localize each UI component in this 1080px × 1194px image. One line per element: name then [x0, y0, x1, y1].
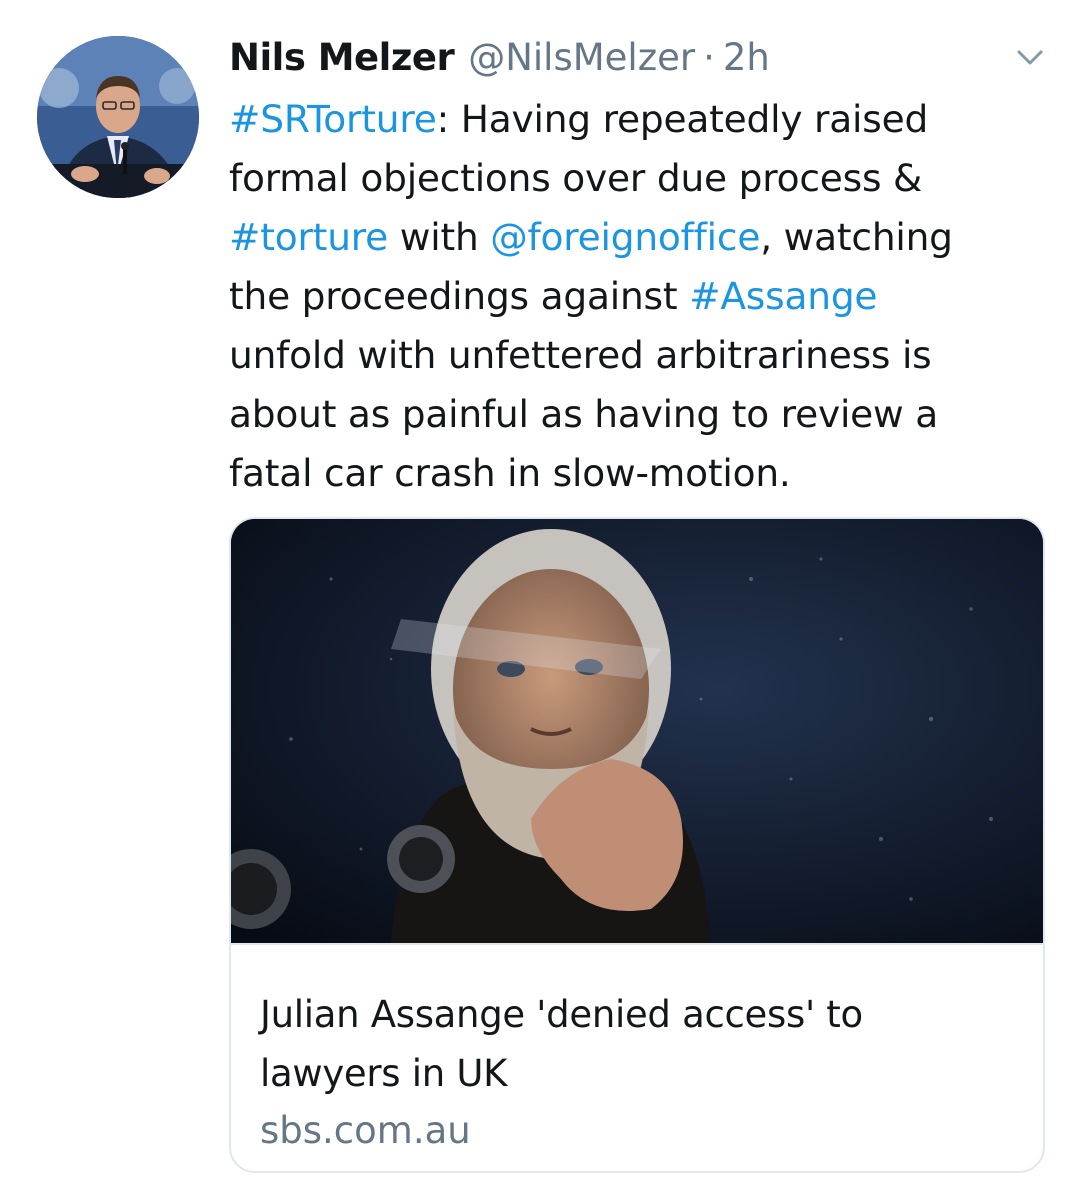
- author-display-name[interactable]: Nils Melzer: [229, 30, 455, 86]
- hashtag-link[interactable]: #Assange: [689, 274, 877, 318]
- card-title-line: Julian Assange 'denied access' to: [260, 993, 863, 1036]
- avatar[interactable]: [37, 36, 199, 198]
- card-body[interactable]: Julian Assange 'denied access' to lawyers…: [231, 943, 1043, 1171]
- author-handle[interactable]: @NilsMelzer: [468, 30, 695, 86]
- tweet-menu-button[interactable]: [1016, 48, 1044, 68]
- hashtag-link[interactable]: #SRTorture: [229, 97, 437, 141]
- chevron-down-icon: [1017, 50, 1043, 65]
- tweet-text-segment: formal objections over due process &: [229, 156, 923, 200]
- card-title[interactable]: Julian Assange 'denied access' to lawyers…: [260, 985, 1020, 1103]
- tweet-text-line: #SRTorture: Having repeatedly raised: [229, 90, 1029, 149]
- tweet-text-segment: about as painful as having to review a: [229, 392, 939, 436]
- tweet-text-line: #torture with @foreignoffice, watching: [229, 208, 1029, 267]
- card-title-line: lawyers in UK: [260, 1052, 508, 1095]
- tweet-text-segment: with: [388, 215, 491, 259]
- card-image[interactable]: [231, 519, 1043, 943]
- hashtag-link[interactable]: #torture: [229, 215, 388, 259]
- card-domain: sbs.com.au: [260, 1109, 471, 1152]
- tweet-header: Nils Melzer @NilsMelzer · 2h: [229, 30, 770, 90]
- mention-link[interactable]: @foreignoffice: [490, 215, 760, 259]
- tweet-text-segment: the proceedings against: [229, 274, 690, 318]
- tweet-text-line: the proceedings against #Assange: [229, 267, 1029, 326]
- profile-photo-icon: [37, 36, 199, 198]
- tweet-text-line: fatal car crash in slow-motion.: [229, 444, 1029, 503]
- tweet[interactable]: Nils Melzer @NilsMelzer · 2h #SRTorture:…: [0, 0, 1080, 1194]
- separator-dot: ·: [703, 36, 715, 79]
- tweet-text-segment: : Having repeatedly raised: [436, 97, 929, 141]
- tweet-text-segment: unfold with unfettered arbitrariness is: [229, 333, 932, 377]
- tweet-text-segment: , watching: [760, 215, 953, 259]
- tweet-text-line: about as painful as having to review a: [229, 385, 1029, 444]
- tweet-text-line: unfold with unfettered arbitrariness is: [229, 326, 1029, 385]
- link-card[interactable]: Julian Assange 'denied access' to lawyers…: [229, 517, 1045, 1173]
- tweet-timestamp[interactable]: 2h: [723, 30, 770, 86]
- news-photo-icon: [231, 519, 1043, 943]
- tweet-text: #SRTorture: Having repeatedly raised form…: [229, 90, 1029, 503]
- tweet-text-segment: fatal car crash in slow-motion.: [229, 451, 791, 495]
- tweet-text-line: formal objections over due process &: [229, 149, 1029, 208]
